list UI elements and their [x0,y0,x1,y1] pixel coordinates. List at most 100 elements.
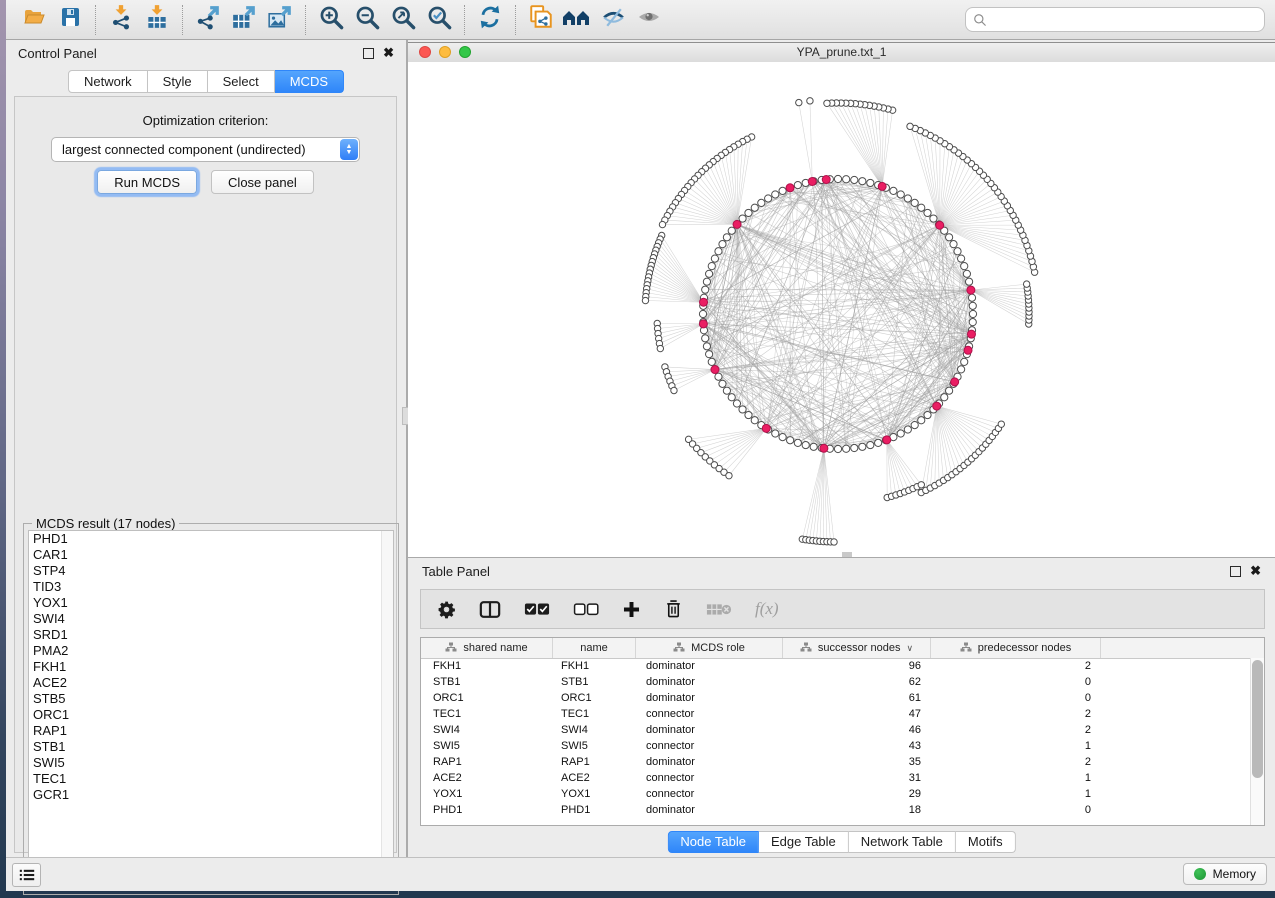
show-all-button[interactable] [631,4,667,36]
column-header[interactable]: predecessor nodes [931,638,1101,658]
import-network-button[interactable] [103,4,139,36]
table-row[interactable]: FKH1FKH1dominator962 [421,658,1251,674]
tab-style[interactable]: Style [148,70,208,93]
network-graph[interactable] [408,62,1275,557]
float-panel-icon[interactable] [363,48,374,59]
table-cell: 1 [931,740,1101,752]
table-row[interactable]: RAP1RAP1dominator352 [421,754,1251,770]
mcds-result-list[interactable]: PHD1CAR1STP4TID3YOX1SWI4SRD1PMA2FKH1ACE2… [28,530,394,890]
column-header[interactable]: successor nodes∨ [783,638,931,658]
list-item[interactable]: SWI5 [29,755,393,771]
list-item[interactable]: STP4 [29,563,393,579]
save-session-button[interactable] [52,4,88,36]
close-table-panel-icon[interactable]: ✖ [1250,566,1261,576]
float-table-panel-icon[interactable] [1230,566,1241,577]
list-item[interactable]: PHD1 [29,531,393,547]
dropdown-stepper-icon: ▲▼ [340,139,358,160]
optimization-criterion-label: Optimization criterion: [15,113,396,128]
network-canvas[interactable] [408,62,1275,557]
export-network-button[interactable] [190,4,226,36]
memory-button[interactable]: Memory [1183,863,1267,885]
list-item[interactable]: SRD1 [29,627,393,643]
table-cell: 2 [931,660,1101,672]
list-item[interactable]: GCR1 [29,787,393,803]
column-header[interactable]: shared name [421,638,553,658]
add-column-button[interactable] [622,600,641,619]
list-item[interactable]: TEC1 [29,771,393,787]
zoom-in-button[interactable] [313,4,349,36]
table-row[interactable]: SWI4SWI4dominator462 [421,722,1251,738]
tab-node-table[interactable]: Node Table [667,831,759,853]
list-item[interactable]: CAR1 [29,547,393,563]
refresh-layout-button[interactable] [472,4,508,36]
zoom-out-button[interactable] [349,4,385,36]
show-column-panel-button[interactable] [479,600,501,619]
tab-network[interactable]: Network [68,70,148,93]
list-item[interactable]: FKH1 [29,659,393,675]
function-builder-button: f(x) [755,599,779,619]
close-panel-button[interactable]: Close panel [211,170,314,194]
table-row[interactable]: STB1STB1dominator620 [421,674,1251,690]
export-network-icon [195,4,221,35]
list-item[interactable]: RAP1 [29,723,393,739]
first-neighbors-button[interactable] [559,4,595,36]
network-window-titlebar[interactable]: YPA_prune.txt_1 [408,42,1275,63]
control-panel-tabs: Network Style Select MCDS [68,70,344,93]
table-cell: TEC1 [553,708,636,720]
column-header[interactable]: name [553,638,636,658]
search-input[interactable] [992,12,1257,28]
export-table-button[interactable] [226,4,262,36]
maximize-window-icon[interactable] [459,46,471,58]
tab-network-table[interactable]: Network Table [849,831,956,853]
list-item[interactable]: STB5 [29,691,393,707]
zoom-selected-button[interactable] [421,4,457,36]
table-settings-button[interactable] [437,600,456,619]
export-image-button[interactable] [262,4,298,36]
tab-select[interactable]: Select [208,70,275,93]
table-row[interactable]: ACE2ACE2connector311 [421,770,1251,786]
column-header[interactable]: MCDS role [636,638,783,658]
list-item[interactable]: SWI4 [29,611,393,627]
tab-edge-table[interactable]: Edge Table [759,831,849,853]
list-item[interactable]: PMA2 [29,643,393,659]
table-row[interactable]: SWI5SWI5connector431 [421,738,1251,754]
table-panel-title: Table Panel [422,564,490,579]
zoom-fit-button[interactable] [385,4,421,36]
search-field[interactable] [965,7,1265,32]
open-folder-icon [21,5,47,34]
deselect-all-columns-button[interactable] [573,602,599,617]
import-table-icon [144,4,170,35]
scrollbar-thumb[interactable] [1252,660,1263,778]
close-window-icon[interactable] [419,46,431,58]
list-scrollbar[interactable] [381,531,393,889]
criterion-dropdown[interactable]: largest connected component (undirected)… [51,137,360,162]
list-item[interactable]: ACE2 [29,675,393,691]
tab-motifs[interactable]: Motifs [956,831,1016,853]
table-row[interactable]: TEC1TEC1connector472 [421,706,1251,722]
table-row[interactable]: YOX1YOX1connector291 [421,786,1251,802]
table-cell: dominator [636,660,783,672]
run-mcds-button[interactable]: Run MCDS [97,170,197,194]
new-network-from-selection-button[interactable] [523,4,559,36]
list-item[interactable]: TID3 [29,579,393,595]
list-item[interactable]: ORC1 [29,707,393,723]
close-panel-icon[interactable]: ✖ [383,48,394,58]
table-row[interactable]: PHD1PHD1dominator180 [421,802,1251,818]
delete-columns-button[interactable] [664,599,683,619]
table-cell: dominator [636,756,783,768]
select-all-columns-button[interactable] [524,602,550,617]
table-cell: RAP1 [553,756,636,768]
list-item[interactable]: YOX1 [29,595,393,611]
import-table-button[interactable] [139,4,175,36]
list-item[interactable]: STB1 [29,739,393,755]
hide-selected-button[interactable] [595,4,631,36]
table-row[interactable]: ORC1ORC1dominator610 [421,690,1251,706]
search-icon [973,13,987,27]
task-history-button[interactable] [12,863,41,887]
minimize-window-icon[interactable] [439,46,451,58]
open-session-button[interactable] [16,4,52,36]
mcds-tab-content: Optimization criterion: largest connecte… [14,96,397,853]
tab-mcds[interactable]: MCDS [275,70,344,93]
table-scrollbar[interactable] [1250,658,1264,825]
column-header-filler [1101,638,1264,658]
